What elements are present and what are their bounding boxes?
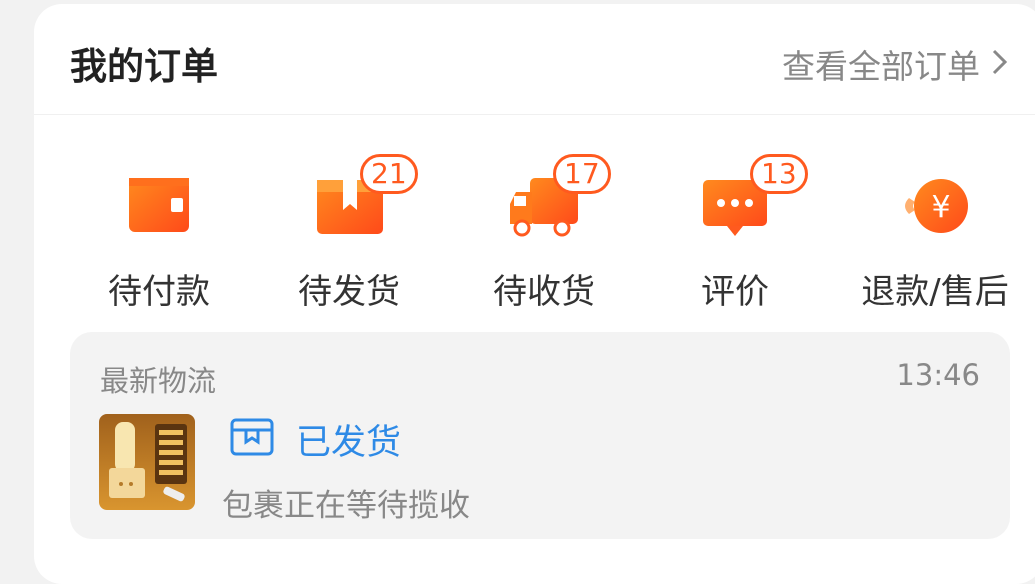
page-title: 我的订单 [70, 45, 218, 88]
pending-receipt-badge: 17 [553, 154, 611, 194]
order-pending-shipment[interactable]: 21 待发货 [254, 114, 444, 334]
shipment-description: 包裹正在等待揽收 [222, 488, 470, 524]
order-refund-aftersale[interactable]: ¥ 退款/售后 [840, 114, 1030, 334]
refund-icon: ¥ [905, 179, 968, 233]
pending-shipment-badge: 21 [360, 154, 418, 194]
review-badge: 13 [750, 154, 808, 194]
my-orders-card: 我的订单 查看全部订单 待付款 21 待发货 17 待收货 13 评价 ¥ 退款… [34, 4, 1035, 584]
view-all-orders-link[interactable]: 查看全部订单 [782, 40, 980, 88]
order-to-review[interactable]: 13 评价 [640, 114, 830, 334]
order-label: 待付款 [108, 272, 210, 312]
order-pending-receipt[interactable]: 17 待收货 [449, 114, 639, 334]
order-pending-payment[interactable]: 待付款 [64, 114, 254, 334]
box-icon [230, 418, 274, 456]
latest-logistics-panel[interactable]: 最新物流 13:46 已发货 包裹正在等待揽收 [70, 332, 1010, 539]
chevron-right-icon[interactable] [990, 48, 1010, 76]
order-label: 待发货 [298, 272, 400, 312]
product-thumbnail[interactable] [99, 414, 195, 510]
wallet-icon [129, 178, 189, 232]
logistics-title: 最新物流 [100, 364, 217, 398]
orders-header: 我的订单 查看全部订单 [34, 4, 1035, 115]
order-label: 待收货 [493, 272, 595, 312]
logistics-time: 13:46 [896, 358, 980, 392]
shipment-status: 已发货 [296, 423, 402, 463]
order-status-row: 待付款 21 待发货 17 待收货 13 评价 ¥ 退款/售后 [34, 114, 1035, 334]
order-label: 评价 [701, 272, 769, 312]
order-label: 退款/售后 [861, 272, 1009, 312]
svg-text:¥: ¥ [931, 190, 950, 225]
